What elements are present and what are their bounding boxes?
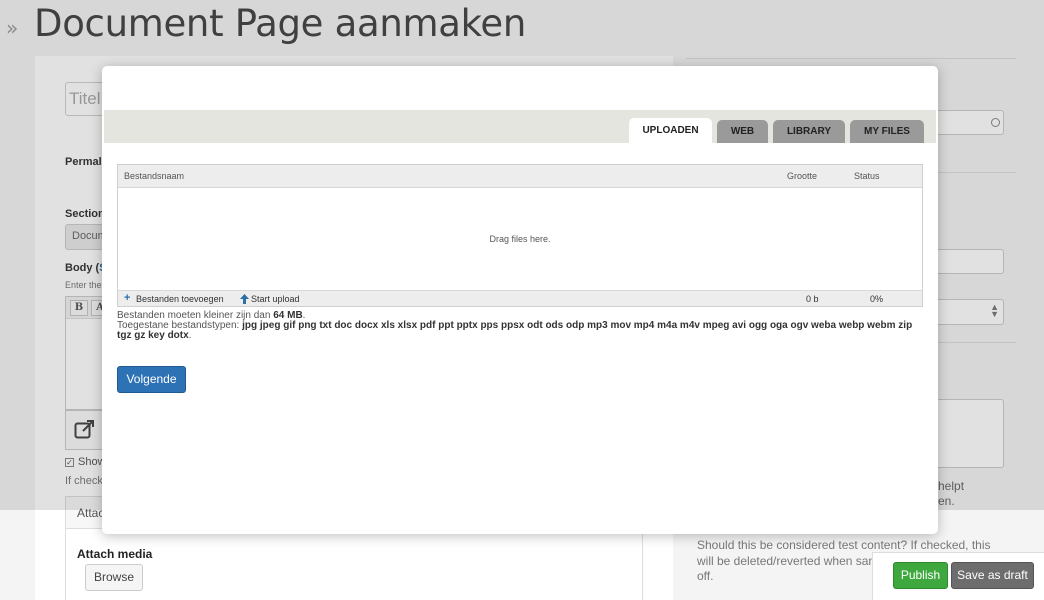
- drop-zone[interactable]: Drag files here.: [118, 188, 922, 292]
- table-footer: + Bestanden toevoegen Start upload 0 b 0…: [118, 290, 922, 306]
- tab-library[interactable]: LIBRARY: [773, 120, 845, 143]
- total-percent: 0%: [870, 294, 884, 304]
- upload-arrow-icon[interactable]: [240, 294, 249, 306]
- table-header: Bestandsnaam Grootte Status: [118, 165, 922, 188]
- add-files-link[interactable]: Bestanden toevoegen: [136, 294, 224, 304]
- upload-limits: Bestanden moeten kleiner zijn dan 64 MB.…: [117, 311, 927, 341]
- tab-uploaden[interactable]: UPLOADEN: [629, 118, 712, 143]
- plus-icon[interactable]: +: [124, 293, 130, 304]
- attach-media-label: Attach media: [77, 547, 153, 561]
- column-status: Status: [854, 171, 880, 181]
- drop-zone-text: Drag files here.: [489, 234, 551, 244]
- total-size: 0 b: [806, 294, 819, 304]
- allowed-types-suffix: .: [188, 330, 192, 341]
- tab-strip: UPLOADEN WEB LIBRARY MY FILES: [104, 110, 936, 143]
- allowed-types-line: Toegestane bestandstypen: jpg jpeg gif p…: [117, 321, 927, 341]
- start-upload-link[interactable]: Start upload: [251, 294, 300, 304]
- save-draft-button[interactable]: Save as draft: [951, 562, 1034, 589]
- upload-file-table: Bestandsnaam Grootte Status Drag files h…: [117, 164, 923, 307]
- column-size: Grootte: [787, 171, 818, 181]
- column-filename: Bestandsnaam: [124, 171, 185, 181]
- tab-my-files[interactable]: MY FILES: [850, 120, 924, 143]
- tab-web[interactable]: WEB: [717, 120, 768, 143]
- browse-button[interactable]: Browse: [85, 564, 143, 591]
- media-upload-modal: UPLOADEN WEB LIBRARY MY FILES Bestandsna…: [102, 66, 938, 534]
- next-button[interactable]: Volgende: [117, 366, 186, 393]
- publish-button[interactable]: Publish: [893, 562, 948, 589]
